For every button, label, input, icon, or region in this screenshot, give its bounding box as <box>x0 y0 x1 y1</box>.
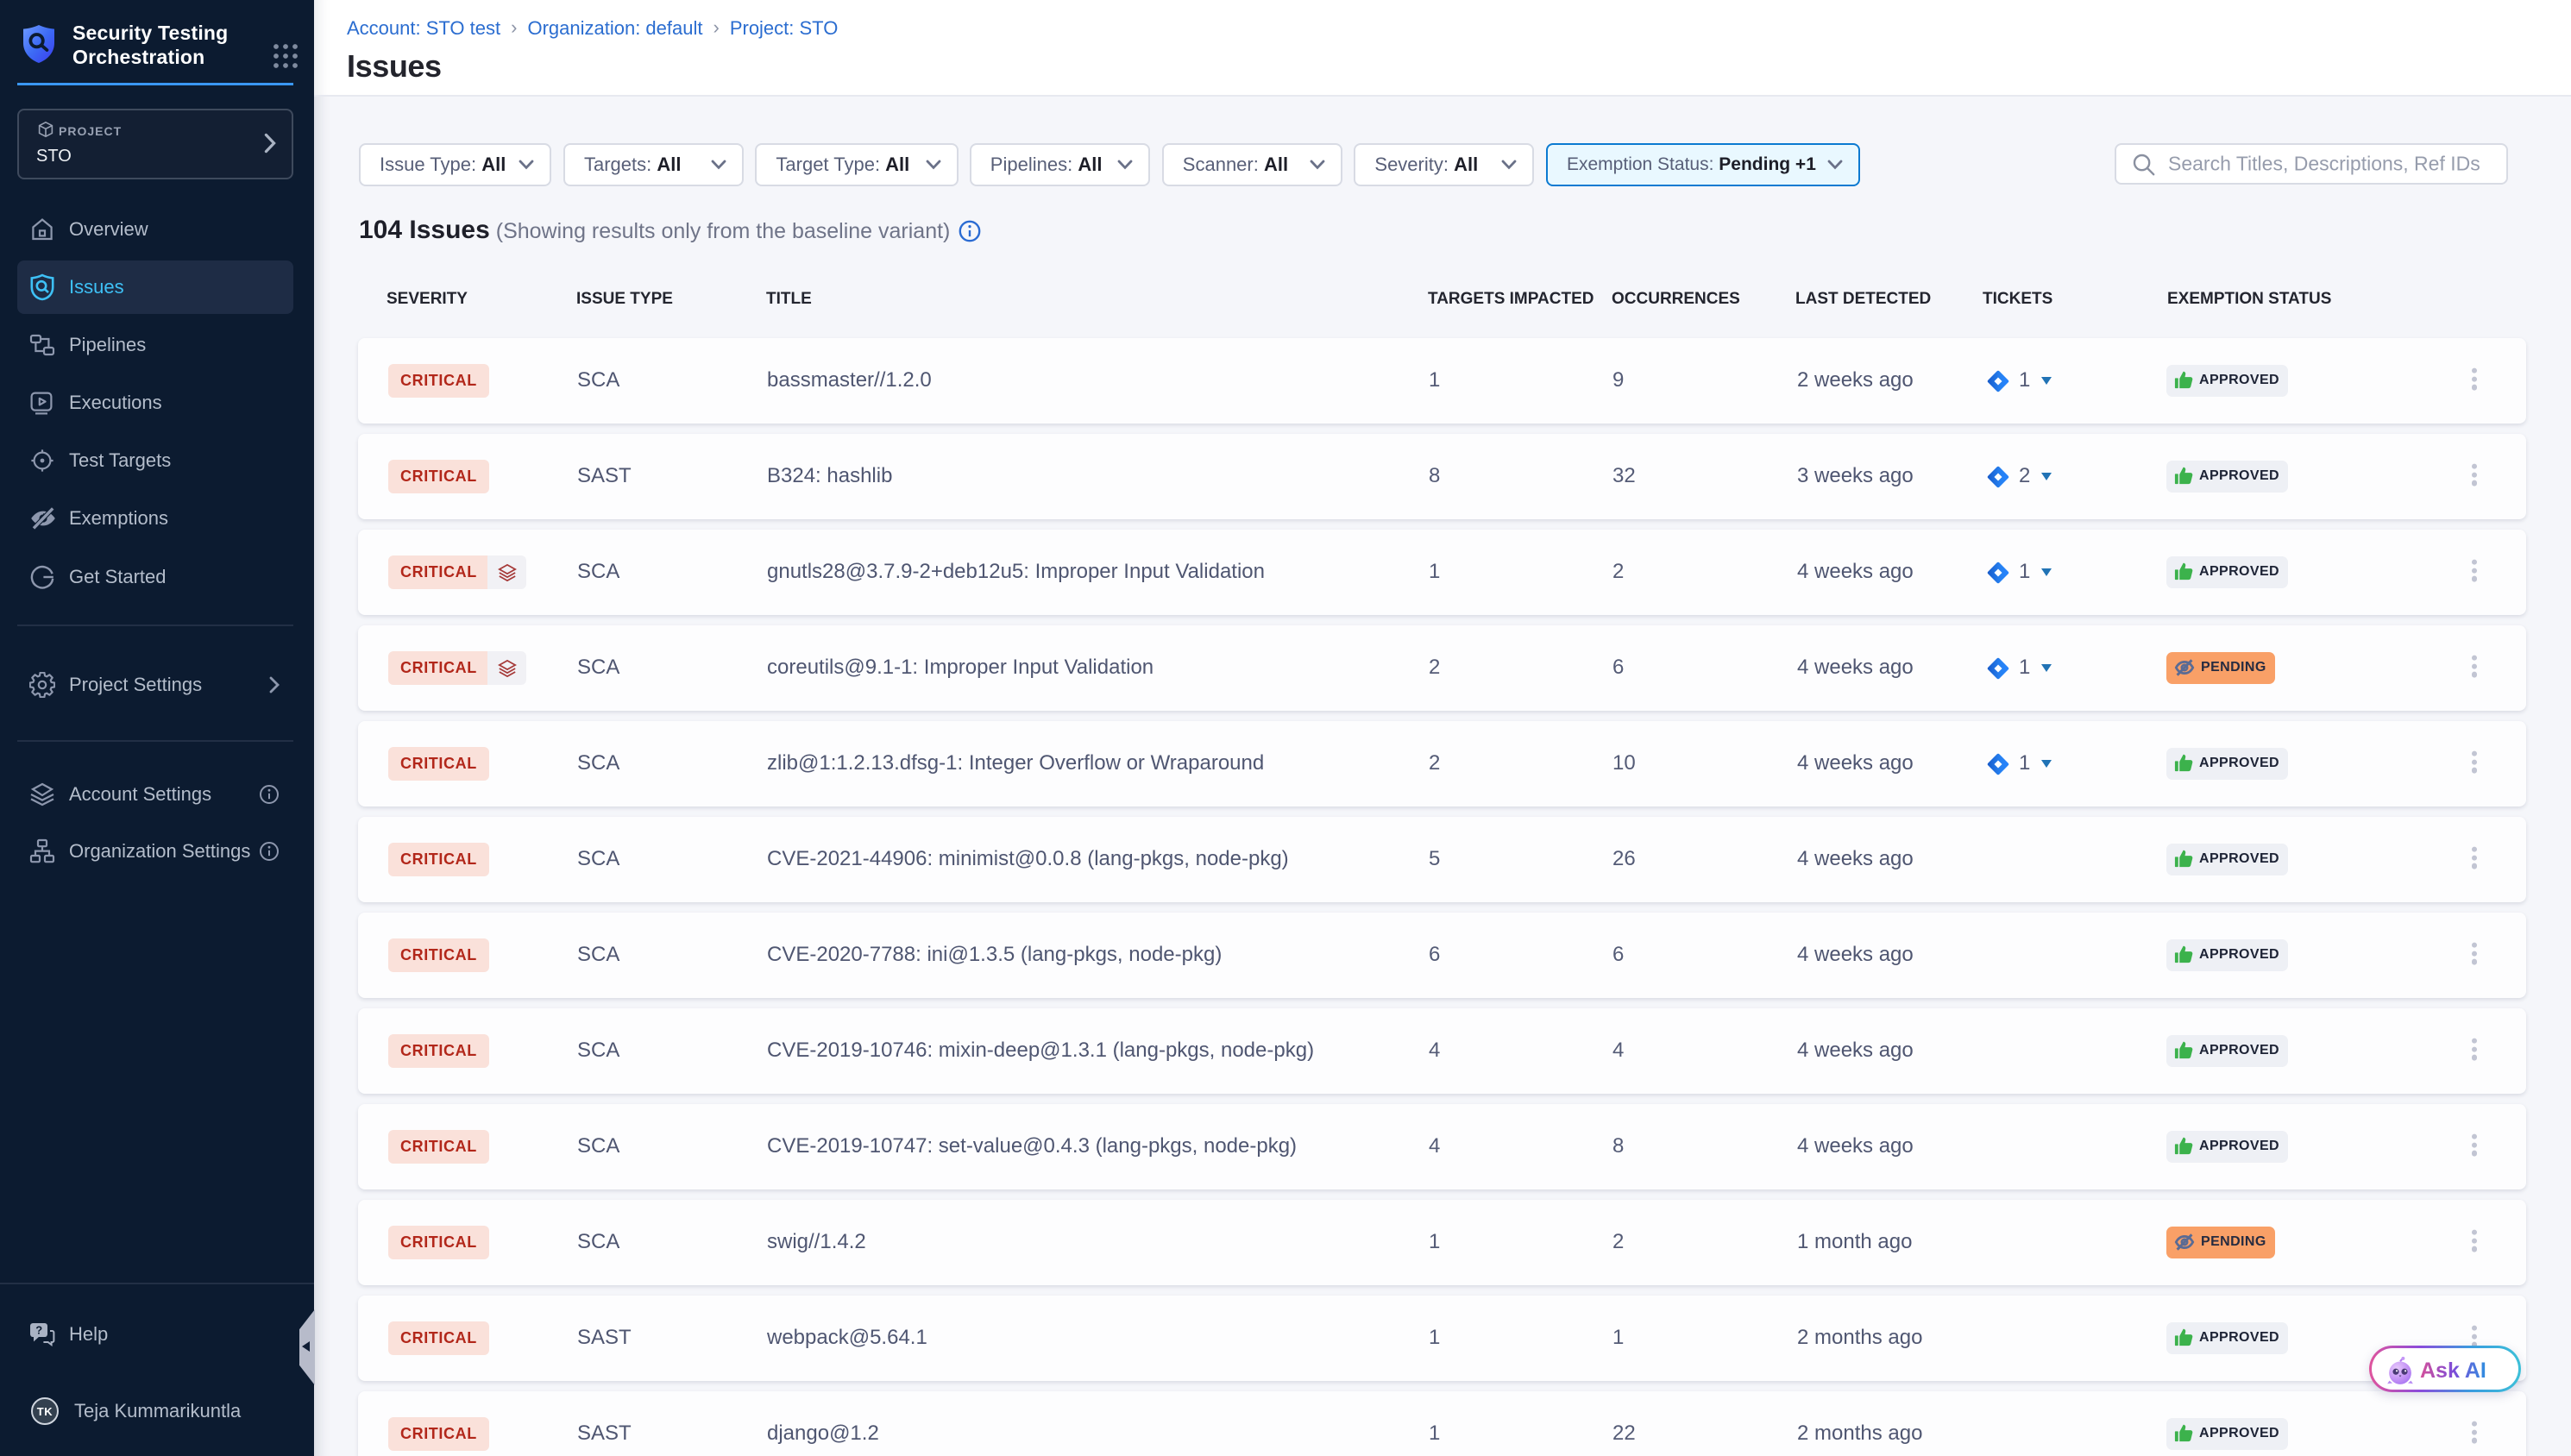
svg-text:?: ? <box>35 1324 42 1337</box>
